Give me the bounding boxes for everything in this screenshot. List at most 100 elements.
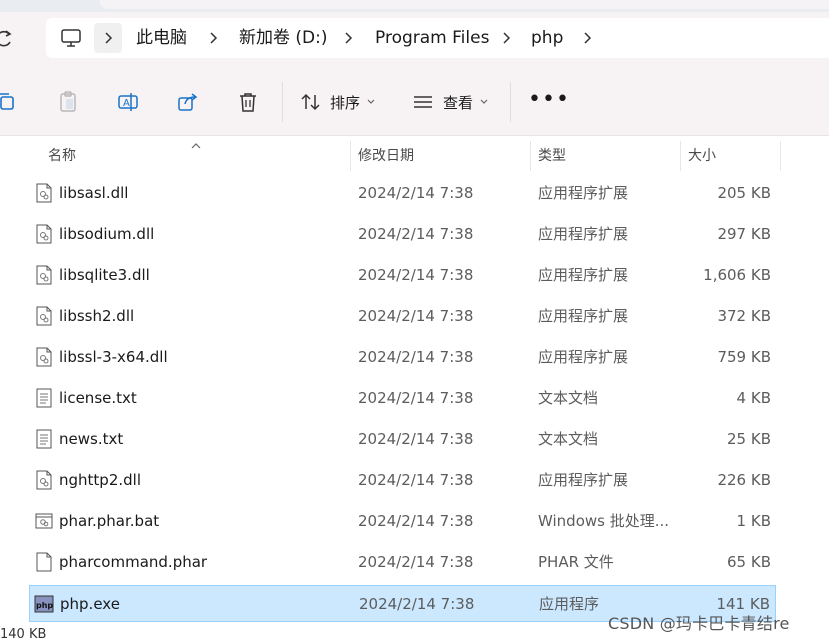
file-type: 应用程序扩展: [538, 225, 629, 243]
view-icon: [414, 96, 432, 108]
paste-icon[interactable]: [56, 90, 80, 114]
column-separator[interactable]: [780, 141, 781, 171]
file-size: 226 KB: [717, 471, 771, 489]
file-type: 应用程序扩展: [538, 348, 629, 366]
blank-file-icon: [36, 552, 52, 572]
file-row[interactable]: libsqlite3.dll 2024/2/14 7:38 应用程序扩展 1,6…: [29, 257, 776, 294]
view-button[interactable]: 查看: [412, 88, 489, 116]
command-toolbar: A 排序 查看 •••: [0, 68, 829, 136]
file-name: php.exe: [60, 595, 120, 613]
file-size: 205 KB: [717, 184, 771, 202]
file-size: 4 KB: [736, 389, 771, 407]
refresh-icon[interactable]: [0, 26, 14, 50]
breadcrumb-php[interactable]: php: [531, 27, 563, 49]
file-date: 2024/2/14 7:38: [358, 430, 474, 448]
file-date: 2024/2/14 7:38: [359, 595, 475, 613]
file-name: libsodium.dll: [59, 225, 155, 243]
file-size: 25 KB: [727, 430, 771, 448]
column-header-date[interactable]: 修改日期: [350, 137, 530, 173]
file-row[interactable]: libsodium.dll 2024/2/14 7:38 应用程序扩展 297 …: [29, 216, 776, 253]
file-type: Windows 批处理...: [538, 512, 670, 530]
breadcrumb-drive-d[interactable]: 新加卷 (D:): [239, 27, 328, 49]
file-row[interactable]: license.txt 2024/2/14 7:38 文本文档 4 KB: [29, 380, 776, 417]
file-date: 2024/2/14 7:38: [358, 553, 474, 571]
file-type: 文本文档: [538, 389, 599, 407]
file-type: 文本文档: [538, 430, 599, 448]
file-type: PHAR 文件: [538, 553, 614, 571]
dll-file-icon: [36, 470, 52, 490]
file-row[interactable]: libssh2.dll 2024/2/14 7:38 应用程序扩展 372 KB: [29, 298, 776, 335]
file-list-header: 名称 修改日期 类型 大小: [0, 137, 829, 173]
title-strip: [0, 0, 829, 12]
watermark: CSDN @玛卡巴卡青结re: [608, 614, 790, 633]
share-icon[interactable]: [176, 90, 200, 114]
file-date: 2024/2/14 7:38: [358, 348, 474, 366]
file-name: libsasl.dll: [59, 184, 129, 202]
dll-file-icon: [36, 183, 52, 203]
column-header-type[interactable]: 类型: [530, 137, 680, 173]
status-partial-text: 140 KB: [0, 627, 47, 639]
file-size: 372 KB: [717, 307, 771, 325]
file-name: pharcommand.phar: [59, 553, 208, 571]
view-label: 查看: [443, 93, 474, 112]
php-exe-icon: php: [34, 595, 54, 613]
rename-icon[interactable]: A: [116, 90, 140, 114]
this-pc-icon[interactable]: [60, 27, 82, 49]
sort-button[interactable]: 排序: [300, 88, 376, 116]
file-name: libssl-3-x64.dll: [59, 348, 168, 366]
file-name: license.txt: [59, 389, 137, 407]
file-name: libssh2.dll: [59, 307, 135, 325]
file-row[interactable]: news.txt 2024/2/14 7:38 文本文档 25 KB: [29, 421, 776, 458]
file-size: 65 KB: [727, 553, 771, 571]
toolbar-divider: [510, 82, 511, 122]
more-options-button[interactable]: •••: [528, 89, 569, 114]
chevron-down-icon: [367, 99, 375, 104]
file-name: nghttp2.dll: [59, 471, 141, 489]
dll-file-icon: [36, 347, 52, 367]
address-bar-row: 此电脑 新加卷 (D:) Program Files php: [0, 12, 829, 68]
file-date: 2024/2/14 7:38: [358, 307, 474, 325]
file-size: 1 KB: [736, 512, 771, 530]
file-row[interactable]: nghttp2.dll 2024/2/14 7:38 应用程序扩展 226 KB: [29, 462, 776, 499]
chevron-right-icon[interactable]: [582, 30, 592, 46]
file-row[interactable]: libsasl.dll 2024/2/14 7:38 应用程序扩展 205 KB: [29, 175, 776, 212]
file-date: 2024/2/14 7:38: [358, 225, 474, 243]
chevron-right-icon[interactable]: [208, 30, 218, 46]
chevron-right-icon[interactable]: [343, 30, 353, 46]
sort-icon: [301, 93, 320, 111]
text-file-icon: [36, 388, 52, 408]
dll-file-icon: [36, 306, 52, 326]
file-size: 1,606 KB: [703, 266, 771, 284]
dll-file-icon: [36, 265, 52, 285]
file-size: 759 KB: [717, 348, 771, 366]
file-type: 应用程序扩展: [538, 184, 629, 202]
batch-file-icon: [35, 513, 53, 529]
file-row[interactable]: phar.phar.bat 2024/2/14 7:38 Windows 批处理…: [29, 503, 776, 540]
file-date: 2024/2/14 7:38: [358, 512, 474, 530]
copy-icon[interactable]: [0, 90, 18, 114]
file-date: 2024/2/14 7:38: [358, 184, 474, 202]
breadcrumb-expand-button[interactable]: [94, 23, 122, 53]
column-header-name[interactable]: 名称: [40, 137, 350, 173]
tab-edge: [100, 0, 829, 9]
column-header-size[interactable]: 大小: [680, 137, 780, 173]
svg-text:php: php: [36, 601, 53, 610]
file-name: libsqlite3.dll: [59, 266, 150, 284]
toolbar-divider: [282, 82, 283, 122]
file-date: 2024/2/14 7:38: [358, 389, 474, 407]
file-type: 应用程序扩展: [538, 266, 629, 284]
file-type: 应用程序扩展: [538, 471, 629, 489]
file-date: 2024/2/14 7:38: [358, 266, 474, 284]
breadcrumb-program-files[interactable]: Program Files: [375, 27, 489, 49]
file-row[interactable]: libssl-3-x64.dll 2024/2/14 7:38 应用程序扩展 7…: [29, 339, 776, 376]
file-row[interactable]: pharcommand.phar 2024/2/14 7:38 PHAR 文件 …: [29, 544, 776, 581]
file-size: 297 KB: [717, 225, 771, 243]
chevron-right-icon[interactable]: [501, 30, 511, 46]
file-name: phar.phar.bat: [59, 512, 160, 530]
address-box[interactable]: 此电脑 新加卷 (D:) Program Files php: [46, 18, 829, 58]
file-type: 应用程序扩展: [538, 307, 629, 325]
dll-file-icon: [36, 224, 52, 244]
breadcrumb-this-pc[interactable]: 此电脑: [136, 27, 187, 49]
delete-icon[interactable]: [236, 90, 260, 114]
sort-label: 排序: [330, 93, 361, 112]
